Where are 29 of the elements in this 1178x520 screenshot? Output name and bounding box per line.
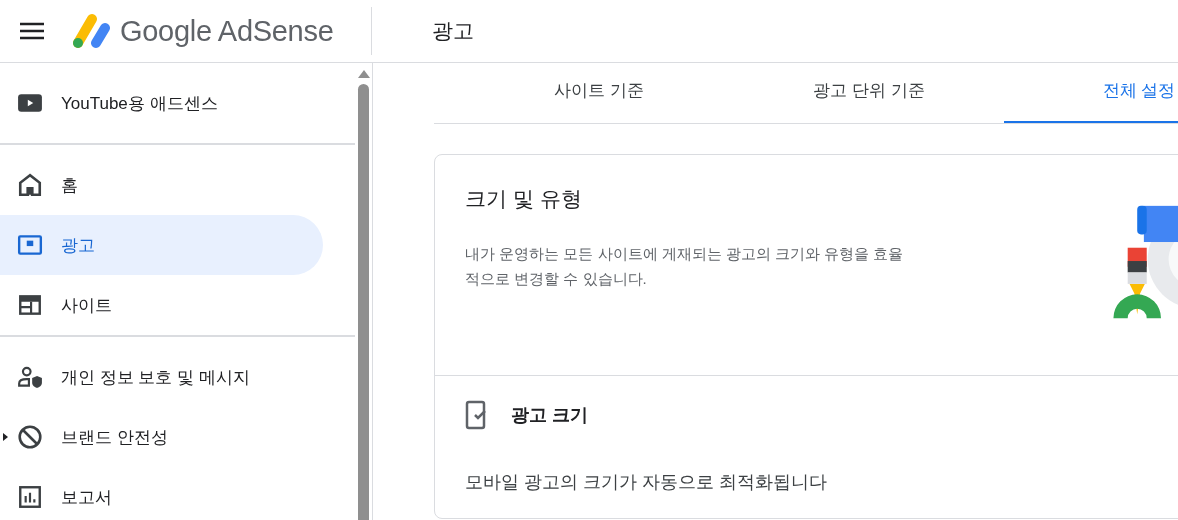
menu-icon <box>20 22 44 40</box>
home-icon <box>17 172 43 198</box>
card-title: 크기 및 유형 <box>465 186 583 212</box>
block-icon <box>17 424 43 450</box>
sidebar-item[interactable]: 개인 정보 보호 및 메시지 <box>0 347 323 407</box>
section-text: 모바일 광고의 크기가 자동으로 최적화됩니다 <box>465 471 828 494</box>
sidebar-item[interactable]: 광고 <box>0 215 323 275</box>
sidebar-item[interactable]: 브랜드 안전성 <box>0 407 323 467</box>
section-title: 광고 크기 <box>511 404 588 427</box>
scroll-up-icon[interactable] <box>357 69 370 79</box>
sidebar-item[interactable]: YouTube용 애드센스 <box>0 73 323 133</box>
bar-chart-icon <box>17 484 43 510</box>
expand-caret-icon[interactable] <box>3 433 8 441</box>
ad-frame-icon <box>17 232 43 258</box>
phone-check-icon <box>465 400 489 430</box>
scrollbar[interactable] <box>355 63 373 520</box>
card-description: 내가 운영하는 모든 사이트에 게재되는 광고의 크기와 유형을 효율적으로 변경할 수 있습니다. <box>465 244 905 289</box>
tab[interactable]: 전체 설정 <box>1004 63 1178 123</box>
logo-text: Google AdSense <box>120 14 334 48</box>
layout-icon <box>17 292 43 318</box>
tab[interactable]: 사이트 기준 <box>464 63 734 123</box>
person-shield-icon <box>17 364 43 390</box>
sidebar-item[interactable]: 홈 <box>0 155 323 215</box>
page-title: 광고 <box>432 18 474 44</box>
tab[interactable]: 광고 단위 기준 <box>734 63 1004 123</box>
logo-icon <box>70 13 112 49</box>
sidebar-item[interactable]: 사이트 <box>0 275 323 335</box>
scroll-thumb[interactable] <box>358 84 369 520</box>
sidebar-item[interactable]: 보고서 <box>0 467 323 520</box>
